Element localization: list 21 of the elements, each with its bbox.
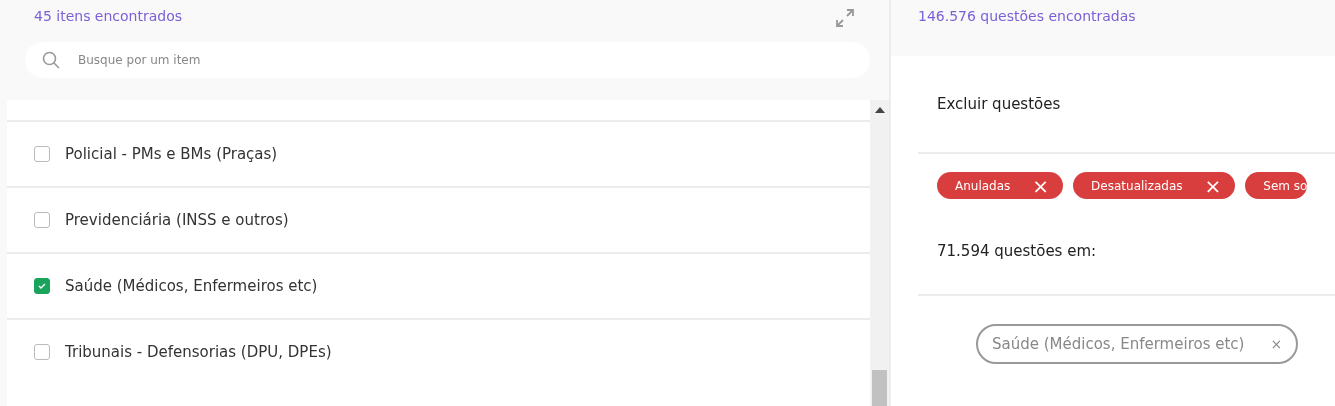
- checkbox[interactable]: [34, 146, 50, 162]
- items-found-count: 45 itens encontrados: [34, 7, 183, 24]
- result-count: 71.594 questões em:: [918, 208, 1335, 296]
- section-heading: Excluir questões: [918, 56, 1335, 154]
- item-label[interactable]: Policial - PMs e BMs (Praças): [65, 145, 278, 163]
- filter-chip[interactable]: Anuladas ×: [937, 172, 1064, 199]
- questions-found-count: 146.576 questões encontradas: [918, 7, 1136, 24]
- filter-chip[interactable]: Desatualizadas ×: [1073, 172, 1236, 199]
- filter-chip[interactable]: Saúde (Médicos, Enfermeiros etc) ×: [976, 324, 1299, 364]
- checkbox[interactable]: [34, 344, 50, 360]
- search-icon: [42, 51, 60, 69]
- scrollbar[interactable]: [870, 100, 889, 406]
- check-icon: [38, 282, 46, 290]
- checkbox[interactable]: [34, 212, 50, 228]
- checkbox[interactable]: [34, 278, 50, 294]
- item-label[interactable]: Saúde (Médicos, Enfermeiros etc): [65, 277, 318, 295]
- item-label[interactable]: Tribunais - Defensorias (DPU, DPEs): [65, 343, 332, 361]
- expand-icon[interactable]: [836, 9, 854, 27]
- item-label[interactable]: Previdenciária (INSS e outros): [65, 211, 289, 229]
- filter-chip[interactable]: Sem so: [1245, 172, 1308, 199]
- search-field[interactable]: Busque por um item: [25, 42, 870, 78]
